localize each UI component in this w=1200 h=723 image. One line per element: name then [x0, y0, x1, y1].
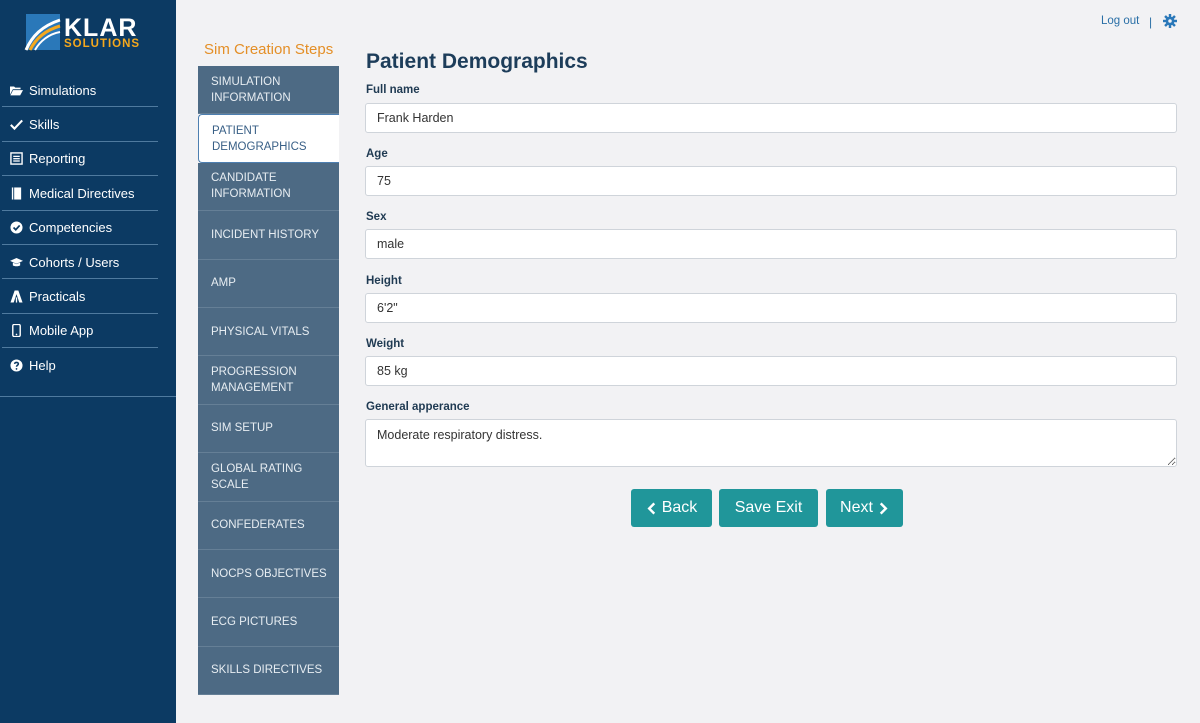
check-icon [9, 118, 23, 132]
step-confederates[interactable]: CONFEDERATES [198, 501, 339, 550]
main-nav: Simulations Skills Reporting Medical Dir… [0, 73, 176, 383]
sim-creation-steps: SIMULATION INFORMATION PATIENT DEMOGRAPH… [198, 66, 339, 696]
step-patient-demographics[interactable]: PATIENT DEMOGRAPHICS [198, 114, 339, 163]
nav-item-simulations[interactable]: Simulations [0, 73, 176, 108]
back-button[interactable]: Back [631, 489, 712, 527]
nav-item-practicals[interactable]: Practicals [0, 279, 176, 315]
nav-item-help[interactable]: Help [0, 348, 176, 382]
klar-logo-mark-icon [24, 14, 61, 51]
step-sim-setup[interactable]: SIM SETUP [198, 404, 339, 454]
full-name-label: Full name [366, 84, 420, 96]
weight-label: Weight [366, 338, 405, 350]
nav-item-skills[interactable]: Skills [0, 107, 176, 143]
nav-label: Simulations [29, 82, 97, 98]
save-exit-button-label: Save Exit [734, 499, 803, 516]
nav-label: Medical Directives [29, 185, 135, 201]
check-circle-icon [9, 221, 23, 235]
next-button-label: Next [840, 499, 873, 516]
save-exit-button[interactable]: Save Exit [719, 489, 818, 527]
next-button[interactable]: Next [826, 489, 903, 527]
nav-label: Cohorts / Users [29, 254, 120, 270]
nav-item-competencies[interactable]: Competencies [0, 211, 176, 246]
nav-item-reporting[interactable]: Reporting [0, 142, 176, 177]
step-simulation-information[interactable]: SIMULATION INFORMATION [198, 66, 339, 115]
nav-item-medical-directives[interactable]: Medical Directives [0, 176, 176, 211]
logout-link[interactable]: Log out [1101, 15, 1139, 27]
nav-item-cohorts-users[interactable]: Cohorts / Users [0, 245, 176, 280]
question-circle-icon [9, 358, 23, 372]
nav-label: Help [29, 357, 56, 373]
header-separator: | [1149, 15, 1153, 29]
step-ecg-pictures[interactable]: ECG PICTURES [198, 598, 339, 647]
folder-open-icon [9, 83, 23, 97]
brand-sub: SOLUTIONS [64, 38, 141, 50]
practicals-icon [9, 290, 23, 304]
chevron-right-icon [879, 502, 888, 514]
sex-label: Sex [366, 211, 387, 223]
nav-label: Skills [29, 117, 60, 133]
general-appearance-label: General apperance [366, 401, 470, 413]
left-sidebar: KLAR SOLUTIONS Simulations Skills Report… [0, 0, 176, 723]
chevron-left-icon [647, 502, 655, 514]
age-input[interactable] [365, 166, 1177, 196]
height-input[interactable] [365, 293, 1177, 323]
report-icon [9, 152, 23, 166]
gear-icon[interactable] [1163, 14, 1177, 28]
step-physical-vitals[interactable]: PHYSICAL VITALS [198, 307, 339, 357]
steps-title: Sim Creation Steps [204, 41, 334, 58]
sex-input[interactable] [365, 229, 1177, 259]
mobile-icon [9, 324, 23, 338]
step-amp[interactable]: AMP [198, 259, 339, 308]
nav-label: Reporting [29, 151, 86, 167]
age-label: Age [366, 148, 388, 160]
full-name-input[interactable] [365, 103, 1177, 133]
step-incident-history[interactable]: INCIDENT HISTORY [198, 211, 339, 260]
page-title: Patient Demographics [366, 50, 588, 73]
graduation-cap-icon [9, 255, 23, 269]
nav-divider [0, 396, 176, 397]
general-appearance-textarea[interactable]: Moderate respiratory distress. [365, 419, 1177, 467]
klar-logo[interactable]: KLAR SOLUTIONS [24, 12, 154, 54]
nav-label: Practicals [29, 289, 86, 305]
nav-item-mobile-app[interactable]: Mobile App [0, 314, 176, 349]
height-label: Height [366, 275, 402, 287]
step-nocps-objectives[interactable]: NOCPS OBJECTIVES [198, 549, 339, 599]
step-progression-management[interactable]: PROGRESSION MANAGEMENT [198, 356, 339, 405]
step-candidate-information[interactable]: CANDIDATE INFORMATION [198, 162, 339, 212]
back-button-label: Back [661, 499, 698, 516]
step-global-rating-scale[interactable]: GLOBAL RATING SCALE [198, 453, 339, 502]
book-icon [9, 186, 23, 200]
nav-label: Mobile App [29, 323, 94, 339]
nav-label: Competencies [29, 220, 113, 236]
weight-input[interactable] [365, 356, 1177, 386]
step-skills-directives[interactable]: SKILLS DIRECTIVES [198, 646, 339, 696]
